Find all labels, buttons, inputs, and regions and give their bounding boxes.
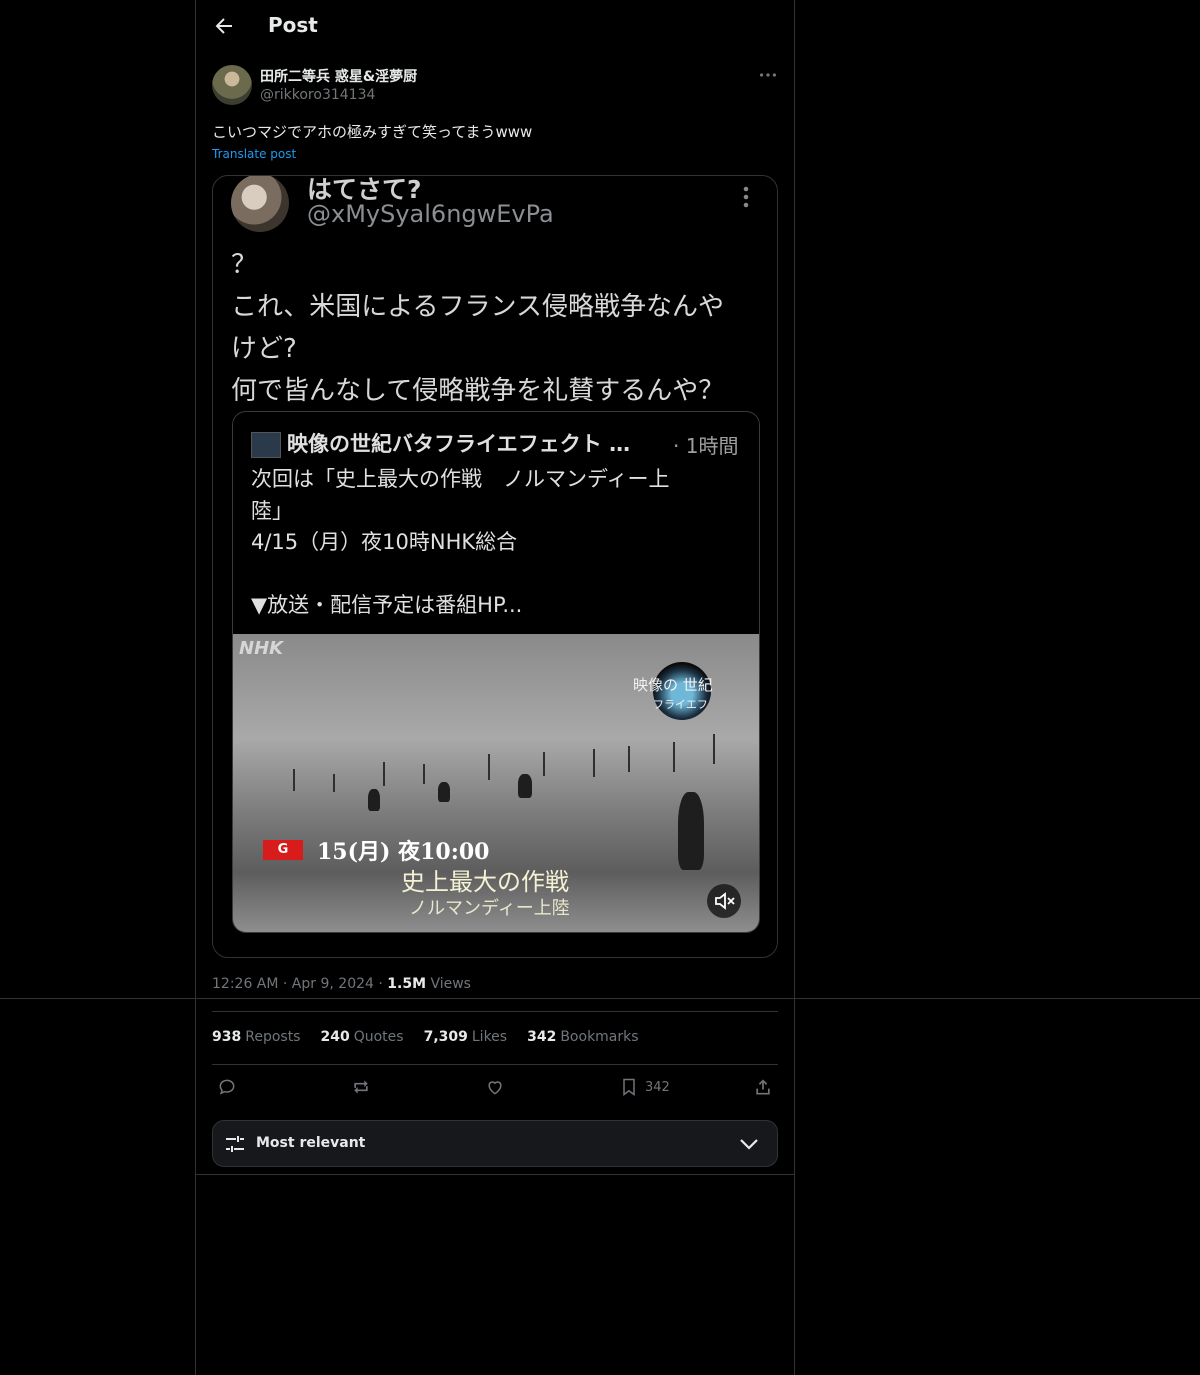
sliders-icon [224, 1133, 246, 1155]
views-label: Views [426, 976, 471, 992]
quoted-more-icon [739, 184, 753, 210]
video-thumbnail: NHK 映像の 世紀 フライエフ G 15(月) 夜10:00 史上最大の作戦 … [233, 634, 759, 932]
divider [212, 1011, 778, 1012]
nested-quote-card: 映像の世紀バタフライエフェクト … · 1時間 次回は「史上最大の作戦 ノルマン… [232, 411, 760, 933]
repost-icon[interactable] [351, 1077, 371, 1099]
bookmark-icon[interactable] [619, 1077, 639, 1099]
page-title: Post [268, 13, 318, 37]
page-header: Post [196, 0, 794, 54]
quoted-text: ？ これ、米国によるフランス侵略戦争なんや けど? 何で皆んなして侵略戦争を礼賛… [231, 250, 725, 406]
channel-logo-icon [251, 432, 281, 458]
quoted-avatar [231, 176, 289, 232]
author-display-name[interactable]: 田所二等兵 惑星&淫夢厨 [260, 66, 417, 86]
share-icon[interactable] [753, 1077, 773, 1099]
sort-replies-dropdown[interactable]: Most relevant [212, 1120, 778, 1167]
nested-text: 次回は「史上最大の作戦 ノルマンディー上 陸」 4/15（月）夜10時NHK総合… [251, 467, 670, 617]
bookmark-count: 342 [645, 1080, 670, 1095]
mute-icon [707, 884, 741, 918]
like-icon[interactable] [485, 1077, 505, 1099]
reply-icon[interactable] [217, 1077, 237, 1099]
episode-title: 史上最大の作戦 [401, 868, 569, 896]
post-media-image[interactable]: はてさて? @xMySyal6ngwEvPa ？ これ、米国によるフランス侵略戦… [212, 175, 778, 958]
sort-label: Most relevant [256, 1135, 366, 1151]
episode-subtitle: ノルマンディー上陸 [409, 898, 570, 919]
main-column: Post 田所二等兵 惑星&淫夢厨 @rikkoro314134 こいつマジでア… [195, 0, 795, 1375]
translate-post-link[interactable]: Translate post [212, 147, 296, 161]
chevron-down-icon [738, 1133, 760, 1155]
divider [212, 1064, 778, 1065]
author-handle[interactable]: @rikkoro314134 [260, 87, 375, 103]
avatar[interactable] [212, 65, 252, 105]
program-logo-text: 映像の 世紀 [633, 676, 713, 694]
program-logo-subtext: フライエフ [653, 698, 708, 711]
quotes-stat[interactable]: 240 Quotes [320, 1029, 403, 1045]
post-timestamp[interactable]: 12:26 AM · Apr 9, 2024 · [212, 976, 387, 992]
horizontal-rule [0, 998, 1200, 999]
channel-badge: G [263, 840, 303, 860]
more-options-icon[interactable] [757, 64, 779, 86]
post-text: こいつマジでアホの極みすぎて笑ってまうwww [212, 123, 533, 141]
back-arrow-icon[interactable] [212, 14, 236, 38]
nested-display-name: 映像の世紀バタフライエフェクト … [287, 432, 631, 456]
divider [196, 1174, 794, 1175]
likes-stat[interactable]: 7,309 Likes [424, 1029, 508, 1045]
nested-time: · 1時間 [673, 434, 739, 458]
views-count: 1.5M [387, 976, 426, 992]
quoted-handle: @xMySyal6ngwEvPa [307, 200, 554, 228]
engagement-stats: 938 Reposts 240 Quotes 7,309 Likes 342 Bookm… [212, 1029, 639, 1045]
post-metadata: 12:26 AM · Apr 9, 2024 · 1.5M Views [212, 976, 471, 992]
bookmarks-stat[interactable]: 342 Bookmarks [527, 1029, 638, 1045]
nhk-watermark: NHK [239, 638, 284, 659]
reposts-stat[interactable]: 938 Reposts [212, 1029, 300, 1045]
